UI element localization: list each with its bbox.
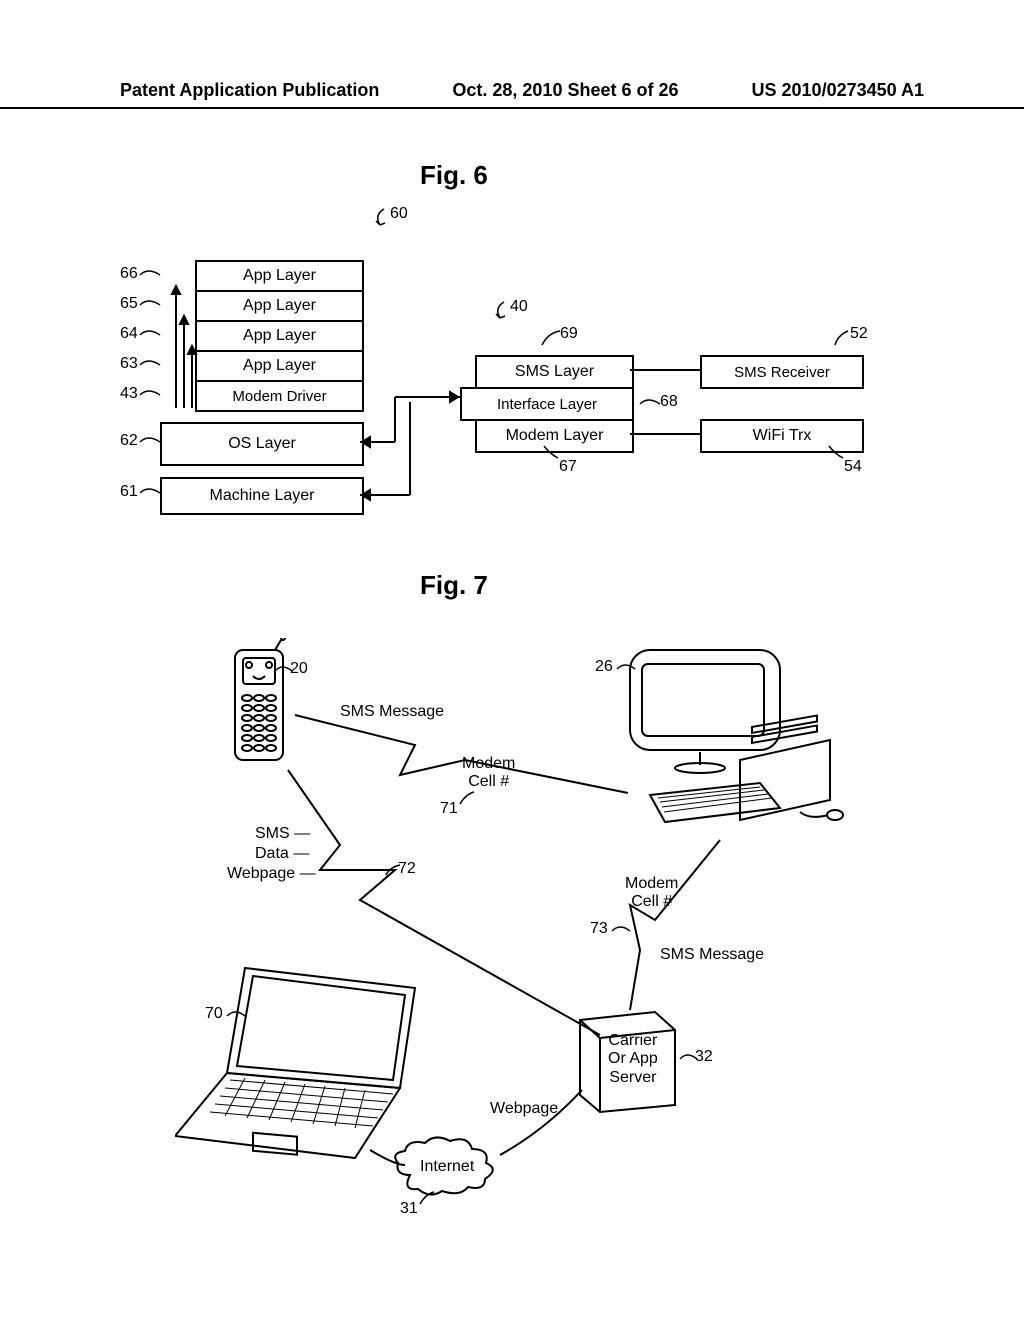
header-left: Patent Application Publication <box>120 80 379 101</box>
ref-60: 60 <box>390 205 408 223</box>
sms-message-top-label: SMS Message <box>340 703 444 721</box>
page-header: Patent Application Publication Oct. 28, … <box>0 80 1024 109</box>
box-66: App Layer <box>195 260 364 292</box>
ref-67: 67 <box>545 458 577 476</box>
ref-73: 73 <box>590 920 608 938</box>
box-43: Modem Driver <box>195 380 364 412</box>
box-52: SMS Receiver <box>700 355 864 389</box>
box-62: OS Layer <box>160 422 364 466</box>
modem-cell-2-label: Modem Cell # <box>625 875 678 910</box>
ref-26: 26 <box>595 658 613 676</box>
box-69: SMS Layer <box>475 355 634 389</box>
ref-66: 66 <box>120 265 138 283</box>
sms-message-right-label: SMS Message <box>660 946 764 964</box>
box-63: App Layer <box>195 350 364 382</box>
phone-icon <box>225 638 305 778</box>
ref-43: 43 <box>120 385 138 403</box>
fig7-title: Fig. 7 <box>420 570 488 601</box>
ref-70: 70 <box>205 1005 223 1023</box>
ref-65: 65 <box>120 295 138 313</box>
header-right: US 2010/0273450 A1 <box>752 80 924 101</box>
box-65: App Layer <box>195 290 364 322</box>
ref-62: 62 <box>120 432 138 450</box>
sms-label: SMS — <box>255 825 310 843</box>
ref-40: 40 <box>510 298 528 316</box>
ref-64: 64 <box>120 325 138 343</box>
ref-63: 63 <box>120 355 138 373</box>
ref-69: 69 <box>560 325 578 343</box>
ref-61: 61 <box>120 483 138 501</box>
fig7-lines-overlay <box>0 0 1024 1320</box>
internet-label: Internet <box>420 1158 474 1176</box>
header-center: Oct. 28, 2010 Sheet 6 of 26 <box>452 80 678 101</box>
ref-68: 68 <box>660 393 678 411</box>
webpage2-label: Webpage <box>490 1100 558 1118</box>
ref-32: 32 <box>695 1048 713 1066</box>
modem-cell-1-label: Modem Cell # <box>462 755 515 790</box>
ref-20: 20 <box>290 660 308 678</box>
laptop-icon <box>175 958 455 1178</box>
ref-71: 71 <box>440 800 458 818</box>
box-64: App Layer <box>195 320 364 352</box>
ref-31: 31 <box>400 1200 418 1218</box>
webpage-label: Webpage — <box>227 865 316 883</box>
fig6-title: Fig. 6 <box>420 160 488 191</box>
data-label: Data — <box>255 845 309 863</box>
ref-54: 54 <box>830 458 862 476</box>
box-68: Interface Layer <box>460 387 634 421</box>
carrier-box-label: Carrier Or App Server <box>608 1032 658 1087</box>
ref-52: 52 <box>850 325 868 343</box>
desktop-icon <box>610 640 870 840</box>
ref-72: 72 <box>398 860 416 878</box>
box-61: Machine Layer <box>160 477 364 515</box>
